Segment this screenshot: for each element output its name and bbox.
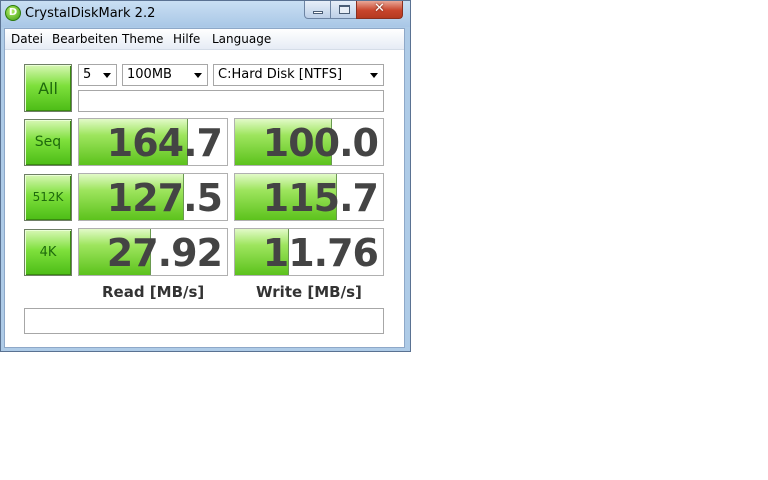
seq-write-result: 100.0 bbox=[234, 118, 384, 166]
menu-theme[interactable]: Theme bbox=[122, 32, 163, 46]
512k-read-value: 127.5 bbox=[106, 176, 223, 220]
dropdown-arrow-icon bbox=[370, 73, 378, 78]
512k-write-value: 115.7 bbox=[262, 176, 379, 220]
title-bar[interactable]: D CrystalDiskMark 2.2 ✕ bbox=[1, 1, 410, 27]
close-icon: ✕ bbox=[374, 1, 385, 16]
close-button[interactable]: ✕ bbox=[356, 1, 403, 19]
dropdown-arrow-icon bbox=[103, 73, 111, 78]
maximize-icon bbox=[339, 5, 350, 14]
all-button-label: All bbox=[38, 79, 58, 98]
test-size-value: 100MB bbox=[127, 67, 172, 82]
write-column-label: Write [MB/s] bbox=[256, 283, 362, 301]
4k-read-result: 27.92 bbox=[78, 228, 228, 276]
seq-write-value: 100.0 bbox=[262, 121, 379, 165]
menu-bar: Datei Bearbeiten Theme Hilfe Language bbox=[5, 29, 404, 50]
512k-button-label: 512K bbox=[32, 190, 64, 204]
seq-read-value: 164.7 bbox=[106, 121, 223, 165]
512k-write-result: 115.7 bbox=[234, 173, 384, 221]
test-size-select[interactable]: 100MB bbox=[122, 64, 208, 86]
seq-button-label: Seq bbox=[34, 134, 62, 150]
drive-value: C:Hard Disk [NTFS] bbox=[218, 67, 343, 82]
progress-box bbox=[78, 90, 384, 112]
client-area: Datei Bearbeiten Theme Hilfe Language Al… bbox=[4, 28, 405, 348]
app-logo-icon: D bbox=[5, 5, 21, 21]
test-count-select[interactable]: 5 bbox=[78, 64, 117, 86]
512k-button[interactable]: 512K bbox=[24, 174, 72, 221]
minimize-button[interactable] bbox=[304, 1, 331, 19]
all-button[interactable]: All bbox=[24, 64, 72, 112]
menu-hilfe[interactable]: Hilfe bbox=[173, 32, 200, 46]
comment-box bbox=[24, 308, 384, 334]
app-window: D CrystalDiskMark 2.2 ✕ Datei Bearbeiten… bbox=[0, 0, 411, 352]
dropdown-arrow-icon bbox=[194, 73, 202, 78]
4k-button[interactable]: 4K bbox=[24, 229, 72, 276]
menu-bearbeiten[interactable]: Bearbeiten bbox=[52, 32, 118, 46]
4k-write-value: 11.76 bbox=[262, 231, 379, 275]
drive-select[interactable]: C:Hard Disk [NTFS] bbox=[213, 64, 384, 86]
4k-write-result: 11.76 bbox=[234, 228, 384, 276]
seq-button[interactable]: Seq bbox=[24, 119, 72, 166]
512k-read-result: 127.5 bbox=[78, 173, 228, 221]
minimize-icon bbox=[313, 11, 323, 14]
menu-language[interactable]: Language bbox=[212, 32, 271, 46]
4k-read-value: 27.92 bbox=[106, 231, 223, 275]
test-count-value: 5 bbox=[83, 67, 92, 82]
4k-button-label: 4K bbox=[39, 245, 57, 260]
menu-datei[interactable]: Datei bbox=[11, 32, 43, 46]
maximize-button[interactable] bbox=[330, 1, 357, 19]
seq-read-result: 164.7 bbox=[78, 118, 228, 166]
window-title: CrystalDiskMark 2.2 bbox=[25, 6, 156, 21]
read-column-label: Read [MB/s] bbox=[102, 283, 205, 301]
